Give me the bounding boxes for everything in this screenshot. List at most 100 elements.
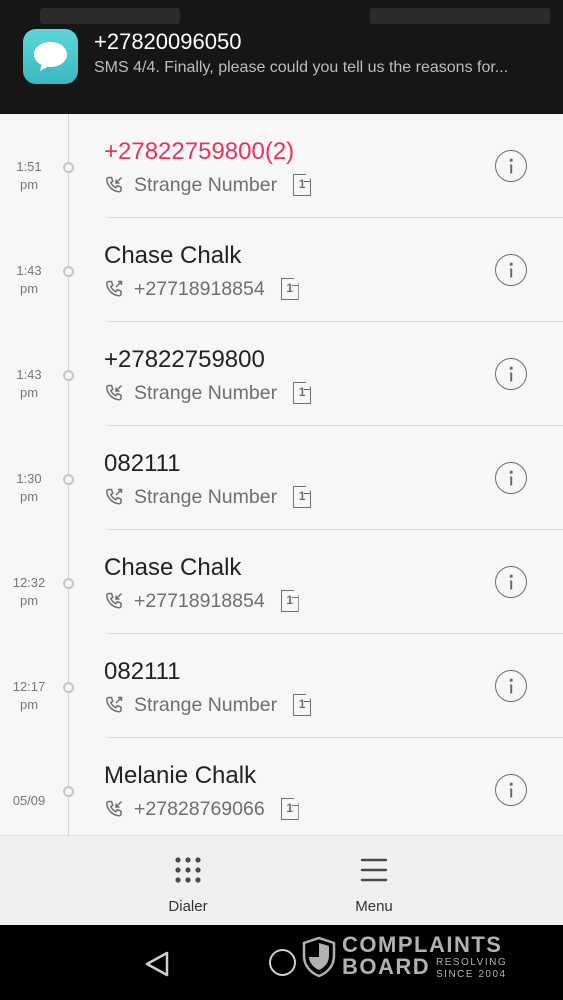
incoming-call-icon — [104, 799, 134, 819]
info-icon — [509, 678, 513, 694]
timeline-dot — [63, 370, 74, 381]
timeline-dot — [63, 266, 74, 277]
call-detail: Strange Number — [134, 693, 278, 716]
sim-card-icon: 1 — [293, 174, 312, 196]
call-log-row[interactable]: 1:30 pm 082111 Strange Number 1 — [0, 426, 563, 530]
sim-card-icon: 1 — [293, 486, 312, 508]
sim-card-icon: 1 — [280, 798, 299, 820]
call-info-button[interactable] — [495, 254, 527, 286]
info-icon — [509, 470, 513, 486]
sim-number: 1 — [298, 177, 306, 191]
watermark-title-line1: COMPLAINTS — [342, 932, 503, 957]
sim-number: 1 — [298, 489, 306, 503]
call-time-value: 12:17 — [12, 679, 46, 694]
contact-name: 082111 — [104, 658, 181, 685]
call-log-row[interactable]: 12:32 pm Chase Chalk +27718918854 1 — [0, 530, 563, 634]
call-detail: Strange Number — [134, 381, 278, 404]
menu-icon — [360, 858, 388, 882]
call-info-button[interactable] — [495, 670, 527, 702]
call-detail: Strange Number — [134, 485, 278, 508]
call-log-row[interactable]: 1:43 pm +27822759800 Strange Number 1 — [0, 322, 563, 426]
outgoing-call-icon — [104, 279, 134, 299]
info-icon — [509, 574, 513, 590]
timeline-dot — [63, 578, 74, 589]
incoming-call-icon — [104, 175, 134, 195]
call-log-row[interactable]: 12:17 pm 082111 Strange Number 1 — [0, 634, 563, 738]
call-log-row[interactable]: 05/09 Melanie Chalk +27828769066 1 — [0, 738, 563, 835]
dialpad-icon — [175, 857, 201, 883]
notification-message: SMS 4/4. Finally, please could you tell … — [94, 59, 509, 76]
call-time-value: 1:43 — [16, 367, 42, 382]
call-detail: +27828769066 — [134, 797, 265, 820]
info-icon — [509, 366, 513, 382]
outgoing-call-icon — [104, 487, 134, 507]
home-icon[interactable] — [269, 949, 296, 976]
watermark-tagline-2: SINCE 2004 — [436, 969, 507, 980]
sim-number: 1 — [298, 385, 306, 399]
shield-logo-icon — [302, 936, 336, 978]
timeline-dot — [63, 474, 74, 485]
call-detail: Strange Number — [134, 173, 278, 196]
info-icon — [509, 262, 513, 278]
info-icon — [509, 158, 513, 174]
sim-card-icon: 1 — [293, 694, 312, 716]
menu-label: Menu — [355, 898, 393, 915]
sms-notification[interactable]: +27820096050 SMS 4/4. Finally, please co… — [0, 0, 563, 114]
call-subline: +27718918854 1 — [104, 588, 299, 614]
sim-card-icon: 1 — [280, 278, 299, 300]
sim-card-icon: 1 — [293, 382, 312, 404]
timeline-dot — [63, 786, 74, 797]
contact-name: +27822759800(2) — [104, 138, 295, 165]
sim-card-icon: 1 — [280, 590, 299, 612]
timeline-dot — [63, 162, 74, 173]
call-time-ampm: pm — [19, 281, 39, 296]
call-time-value: 1:51 — [16, 159, 42, 174]
status-bar-ghost — [0, 8, 563, 30]
watermark-title-line2: BOARD — [342, 954, 431, 979]
call-info-button[interactable] — [495, 358, 527, 390]
call-subline: Strange Number 1 — [104, 484, 312, 510]
complaints-board-watermark: COMPLAINTS BOARD RESOLVING SINCE 2004 — [300, 932, 540, 982]
call-subline: Strange Number 1 — [104, 380, 312, 406]
call-time: 1:43 pm — [0, 262, 58, 298]
sim-number: 1 — [298, 697, 306, 711]
sim-number: 1 — [286, 593, 294, 607]
call-time: 12:32 pm — [0, 574, 58, 610]
call-subline: Strange Number 1 — [104, 172, 312, 198]
call-log-row[interactable]: 1:51 pm +27822759800(2) Strange Number 1 — [0, 114, 563, 218]
watermark-tagline-1: RESOLVING — [436, 957, 508, 968]
notification-sender: +27820096050 — [94, 29, 242, 54]
call-info-button[interactable] — [495, 150, 527, 182]
call-subline: Strange Number 1 — [104, 692, 312, 718]
contact-name: Chase Chalk — [104, 242, 242, 269]
call-log-row[interactable]: 1:43 pm Chase Chalk +27718918854 1 — [0, 218, 563, 322]
call-time-ampm: pm — [19, 177, 39, 192]
call-log-list[interactable]: 1:51 pm +27822759800(2) Strange Number 1 1:43… — [0, 114, 563, 835]
contact-name: Chase Chalk — [104, 554, 242, 581]
call-time: 05/09 — [0, 792, 58, 810]
incoming-call-icon — [104, 591, 134, 611]
call-subline: +27828769066 1 — [104, 796, 299, 822]
call-info-button[interactable] — [495, 462, 527, 494]
incoming-call-icon — [104, 383, 134, 403]
dialer-label: Dialer — [168, 898, 208, 915]
info-icon — [509, 782, 513, 798]
call-time-value: 1:43 — [16, 263, 42, 278]
sim-number: 1 — [286, 281, 294, 295]
menu-button[interactable]: Menu — [304, 836, 444, 926]
call-subline: +27718918854 1 — [104, 276, 299, 302]
dialer-button[interactable]: Dialer — [118, 836, 258, 926]
sms-bubble-icon — [23, 29, 78, 84]
call-info-button[interactable] — [495, 774, 527, 806]
call-time: 12:17 pm — [0, 678, 58, 714]
back-icon[interactable] — [143, 950, 171, 978]
call-time-value: 12:32 — [12, 575, 46, 590]
call-time: 1:30 pm — [0, 470, 58, 506]
call-time-value: 1:30 — [16, 471, 42, 486]
call-info-button[interactable] — [495, 566, 527, 598]
sim-number: 1 — [286, 801, 294, 815]
contact-name: Melanie Chalk — [104, 762, 257, 789]
call-time-ampm: pm — [19, 385, 39, 400]
call-detail: +27718918854 — [134, 589, 265, 612]
call-time-ampm: pm — [19, 697, 39, 712]
